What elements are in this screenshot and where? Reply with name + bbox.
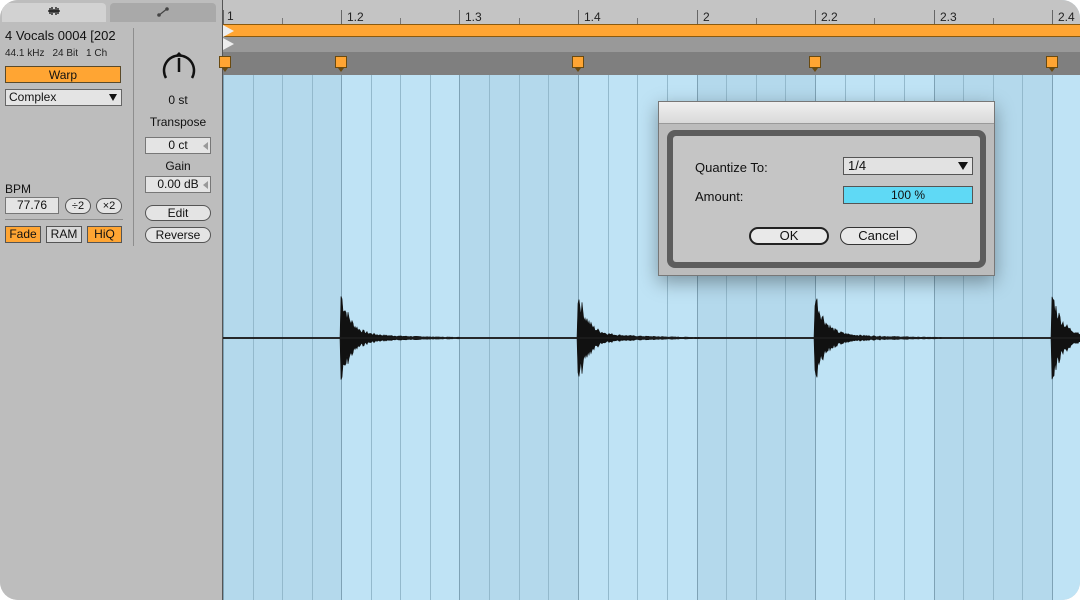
edit-button[interactable]: Edit	[145, 205, 211, 221]
ruler-label: 2.4	[1058, 10, 1075, 24]
ruler-tick	[934, 10, 935, 24]
ruler-tick	[815, 10, 816, 24]
ok-button[interactable]: OK	[749, 227, 829, 245]
bpm-field[interactable]: 77.76	[5, 197, 59, 214]
divider	[5, 219, 123, 220]
ruler-label: 2.3	[940, 10, 957, 24]
detune-field[interactable]: 0 ct	[145, 137, 211, 154]
ruler-tick	[341, 10, 342, 24]
sample-properties-panel: 4 Vocals 0004 [202 44.1 kHz 24 Bit 1 Ch Wa…	[0, 0, 222, 600]
sample-editor[interactable]: 1 1.2 1.3 1.4 2 2.2 2.3 2.4	[219, 0, 1080, 600]
transpose-label: Transpose	[149, 115, 207, 129]
channel-count: 1 Ch	[86, 48, 108, 59]
quantize-select[interactable]: 1/4	[843, 157, 973, 175]
ruler-label: 1.3	[465, 10, 482, 24]
quantize-label: Quantize To:	[695, 160, 768, 175]
amount-field[interactable]: 100 %	[843, 186, 973, 204]
warp-marker[interactable]	[809, 56, 821, 72]
ram-toggle[interactable]: RAM	[46, 226, 82, 243]
clip-view-window: 4 Vocals 0004 [202 44.1 kHz 24 Bit 1 Ch Wa…	[0, 0, 1080, 600]
envelope-tab-icon	[157, 7, 169, 17]
warp-marker-row[interactable]	[219, 52, 1080, 75]
slider-arrow-icon	[203, 181, 208, 189]
warp-button[interactable]: Warp	[5, 66, 121, 83]
ruler-tick	[697, 10, 698, 24]
chevron-down-icon	[958, 162, 968, 170]
quantize-value: 1/4	[848, 158, 867, 173]
gain-field[interactable]: 0.00 dB	[145, 176, 211, 193]
ruler-tick	[1052, 10, 1053, 24]
warp-mode-value: Complex	[9, 90, 57, 104]
beat-time-ruler[interactable]: 1 1.2 1.3 1.4 2 2.2 2.3 2.4	[223, 0, 1080, 24]
loop-start-flag-icon[interactable]	[223, 25, 234, 37]
sample-info: 44.1 kHz 24 Bit 1 Ch	[5, 48, 115, 59]
envelope-tab[interactable]	[110, 3, 216, 22]
warp-marker[interactable]	[1046, 56, 1058, 72]
warp-marker[interactable]	[572, 56, 584, 72]
slider-arrow-icon	[203, 142, 208, 150]
warp-marker[interactable]	[219, 56, 231, 72]
cancel-button[interactable]: Cancel	[840, 227, 917, 245]
warp-marker[interactable]	[335, 56, 347, 72]
amount-label: Amount:	[695, 189, 744, 204]
bpm-label: BPM	[5, 182, 32, 196]
start-marker-row[interactable]	[223, 37, 1080, 52]
ruler-tick	[578, 10, 579, 24]
bit-depth: 24 Bit	[52, 48, 79, 59]
detune-value: 0 ct	[168, 138, 188, 152]
ruler-label: 2	[703, 10, 710, 24]
hiq-toggle[interactable]: HiQ	[87, 226, 122, 243]
fade-toggle[interactable]: Fade	[5, 226, 41, 243]
double-tempo-button[interactable]: ×2	[96, 198, 122, 214]
start-marker-flag-icon[interactable]	[223, 38, 234, 50]
dialog-body: Quantize To: 1/4 Amount: 100 % OK Cancel	[673, 136, 980, 262]
dialog-frame: Quantize To: 1/4 Amount: 100 % OK Cancel	[667, 130, 986, 268]
clip-name: 4 Vocals 0004 [202	[5, 28, 116, 43]
vertical-divider	[133, 28, 134, 246]
loop-brace[interactable]	[223, 24, 1080, 37]
transpose-value: 0 st	[168, 93, 188, 107]
quantize-dialog: Quantize To: 1/4 Amount: 100 % OK Cancel	[658, 101, 995, 276]
ruler-tick	[459, 10, 460, 24]
dialog-titlebar[interactable]	[659, 102, 994, 124]
ruler-label: 1	[227, 9, 234, 23]
ruler-label: 1.4	[584, 10, 601, 24]
sample-rate: 44.1 kHz	[5, 48, 45, 59]
gain-label: Gain	[165, 159, 191, 173]
ruler-tick	[223, 10, 224, 24]
warp-mode-select[interactable]: Complex	[5, 89, 122, 106]
halve-tempo-button[interactable]: ÷2	[65, 198, 91, 214]
transpose-knob[interactable]	[158, 48, 200, 90]
gain-value: 0.00 dB	[157, 177, 199, 191]
sample-tab[interactable]	[2, 3, 106, 22]
chevron-down-icon	[109, 94, 117, 101]
ruler-label: 1.2	[347, 10, 364, 24]
waveform-tab-icon	[48, 7, 60, 15]
ruler-label: 2.2	[821, 10, 838, 24]
reverse-button[interactable]: Reverse	[145, 227, 211, 243]
